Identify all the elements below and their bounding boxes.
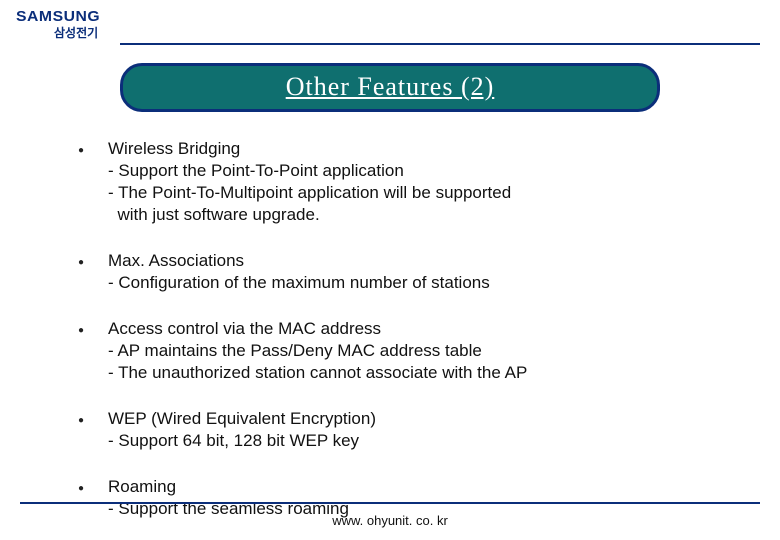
item-body: Max. Associations - Configuration of the…	[108, 250, 698, 294]
item-sub: - AP maintains the Pass/Deny MAC address…	[108, 340, 698, 362]
logo-main: SAMSUNG	[16, 8, 100, 25]
bullet-icon: ●	[78, 408, 108, 452]
item-heading: Wireless Bridging	[108, 138, 698, 160]
bullet-icon: ●	[78, 250, 108, 294]
item-heading: Max. Associations	[108, 250, 698, 272]
list-item: ● Access control via the MAC address - A…	[78, 318, 698, 384]
item-sub: - Support 64 bit, 128 bit WEP key	[108, 430, 698, 452]
item-heading: Access control via the MAC address	[108, 318, 698, 340]
item-heading: WEP (Wired Equivalent Encryption)	[108, 408, 698, 430]
bottom-divider	[20, 502, 760, 504]
bullet-icon: ●	[78, 318, 108, 384]
header: SAMSUNG 삼성전기	[0, 0, 780, 41]
item-sub: with just software upgrade.	[108, 204, 698, 226]
title-pill: Other Features (2)	[120, 63, 660, 112]
list-item: ● Max. Associations - Configuration of t…	[78, 250, 698, 294]
item-sub: - Configuration of the maximum number of…	[108, 272, 698, 294]
top-divider	[120, 43, 760, 45]
list-item: ● WEP (Wired Equivalent Encryption) - Su…	[78, 408, 698, 452]
item-heading: Roaming	[108, 476, 698, 498]
item-body: Wireless Bridging - Support the Point-To…	[108, 138, 698, 226]
item-sub: - The Point-To-Multipoint application wi…	[108, 182, 698, 204]
item-body: Access control via the MAC address - AP …	[108, 318, 698, 384]
logo-sub: 삼성전기	[54, 24, 780, 41]
page-title: Other Features (2)	[286, 72, 495, 101]
list-item: ● Wireless Bridging - Support the Point-…	[78, 138, 698, 226]
item-sub: - Support the Point-To-Point application	[108, 160, 698, 182]
item-sub: - The unauthorized station cannot associ…	[108, 362, 698, 384]
item-body: WEP (Wired Equivalent Encryption) - Supp…	[108, 408, 698, 452]
content-list: ● Wireless Bridging - Support the Point-…	[78, 138, 698, 520]
bullet-icon: ●	[78, 138, 108, 226]
footer-url: www. ohyunit. co. kr	[0, 513, 780, 528]
title-container: Other Features (2)	[120, 63, 660, 112]
